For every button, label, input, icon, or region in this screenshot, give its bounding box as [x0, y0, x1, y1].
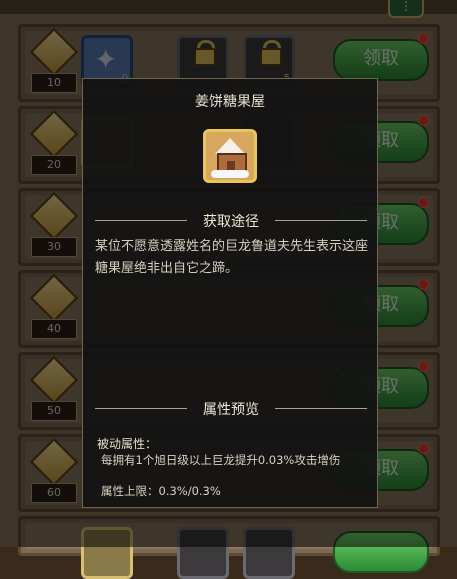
item-tooltip-popup: 姜饼糖果屋 获取途径 某位不愿意透露姓名的巨龙鲁道夫先生表示这座糖果屋绝非出自它… — [82, 78, 378, 508]
preview-section-header: 属性预览 — [95, 399, 367, 418]
preview-heading: 属性预览 — [203, 402, 259, 418]
attribute-limit: 属性上限：0.3%/0.3% — [101, 484, 221, 498]
popup-title: 姜饼糖果屋 — [195, 94, 265, 110]
gingerbread-house-icon — [203, 129, 257, 183]
passive-label: 被动属性： — [97, 437, 158, 451]
roof-shape — [215, 138, 245, 154]
divider-line — [275, 408, 367, 409]
source-description: 某位不愿意透露姓名的巨龙鲁道夫先生表示这座糖果屋绝非出自它之蹄。 — [95, 239, 369, 276]
snow-shape — [211, 170, 249, 178]
passive-text: 每拥有1个旭日级以上巨龙提升0.03%攻击增伤 — [101, 453, 341, 467]
divider-line — [275, 220, 367, 221]
source-section-header: 获取途径 — [95, 211, 367, 230]
source-heading: 获取途径 — [203, 214, 259, 230]
